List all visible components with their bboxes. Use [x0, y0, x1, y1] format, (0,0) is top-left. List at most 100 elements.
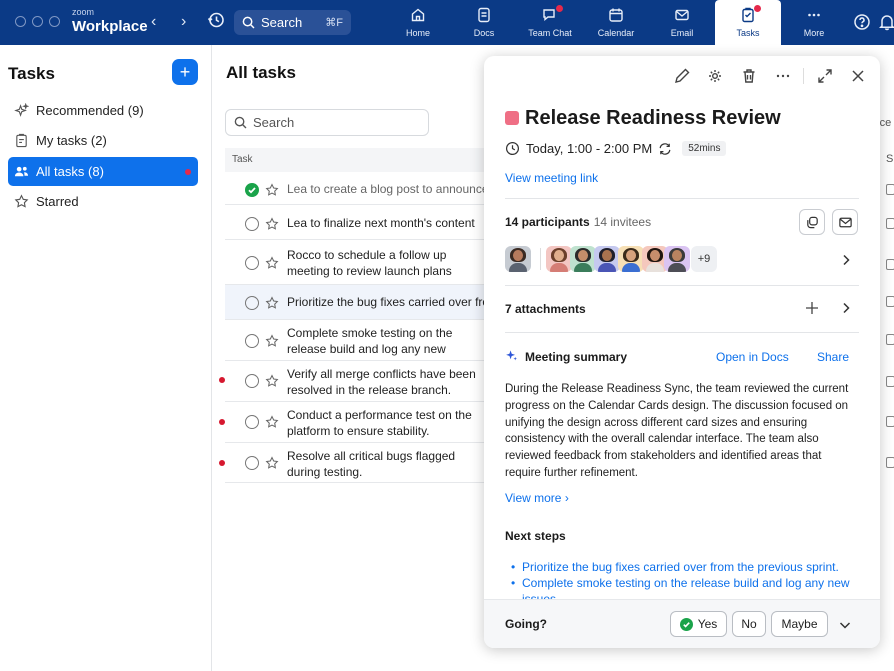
task-row[interactable]: Complete smoke testing on the release bu… [225, 320, 485, 361]
forward-arrow-icon[interactable]: › [181, 13, 186, 31]
star-icon[interactable] [265, 256, 279, 270]
sidebar-item-label: All tasks (8) [36, 164, 104, 179]
next-steps-list: Prioritize the bug fixes carried over fr… [511, 559, 861, 601]
avatar[interactable] [618, 246, 644, 272]
back-arrow-icon[interactable]: ‹ [151, 13, 156, 31]
task-checkbox[interactable] [245, 374, 259, 388]
help-icon[interactable] [853, 13, 871, 31]
star-icon[interactable] [265, 374, 279, 388]
rsvp-no-button[interactable]: No [732, 611, 766, 637]
task-title: Verify all merge conflicts have been res… [287, 367, 476, 397]
copy-participants-button[interactable] [799, 209, 825, 235]
star-icon[interactable] [265, 183, 279, 197]
calendar-icon [609, 8, 623, 22]
open-in-docs-link[interactable]: Open in Docs [716, 350, 789, 364]
nav-calendar[interactable]: Calendar [583, 0, 649, 45]
nav-tasks[interactable]: Tasks [715, 0, 781, 45]
task-title: Prioritize the bug fixes carried over fr… [287, 295, 485, 309]
add-task-button[interactable]: + [172, 59, 198, 85]
sidebar-item-recommended[interactable]: Recommended (9) [8, 96, 198, 125]
global-search[interactable]: Search ⌘F [234, 10, 351, 35]
docs-icon [478, 7, 490, 23]
chevron-right-icon[interactable] [839, 253, 853, 267]
sidebar-item-my-tasks[interactable]: My tasks (2) [8, 126, 198, 155]
expand-icon[interactable] [816, 67, 834, 85]
brand-small: zoom [72, 7, 95, 17]
unread-dot [219, 460, 225, 466]
chevron-down-icon[interactable] [838, 618, 852, 632]
star-icon[interactable] [265, 415, 279, 429]
star-icon[interactable] [265, 217, 279, 231]
task-checkbox[interactable] [245, 217, 259, 231]
star-icon[interactable] [265, 456, 279, 470]
nav-team-chat[interactable]: Team Chat [517, 0, 583, 45]
task-search-input[interactable]: Search [225, 109, 429, 136]
invitees-count: 14 invitees [593, 215, 652, 229]
task-row-selected[interactable]: Prioritize the bug fixes carried over fr… [225, 285, 485, 320]
star-icon[interactable] [265, 334, 279, 348]
trash-icon[interactable] [740, 67, 758, 85]
task-checkbox[interactable] [245, 334, 259, 348]
task-row[interactable]: Lea to finalize next month's content [225, 205, 485, 240]
more-options-icon[interactable] [774, 67, 792, 85]
task-row[interactable]: Verify all merge conflicts have been res… [225, 361, 485, 402]
star-icon[interactable] [265, 296, 279, 310]
task-checkbox[interactable] [245, 256, 259, 270]
nav-docs[interactable]: Docs [451, 0, 517, 45]
nav-calendar-label: Calendar [597, 28, 635, 38]
minimize-window-button[interactable] [32, 16, 43, 27]
app-logo: zoom Workplace [72, 7, 148, 35]
task-row[interactable]: Lea to create a blog post to announce [225, 172, 485, 205]
nav-tasks-label: Tasks [736, 28, 760, 38]
avatar[interactable] [546, 246, 572, 272]
sidebar-item-all-tasks[interactable]: All tasks (8) [8, 157, 198, 186]
toolbar-divider [803, 68, 804, 84]
close-icon[interactable] [849, 67, 867, 85]
rsvp-yes-button[interactable]: Yes [670, 611, 727, 637]
going-label: Going? [505, 617, 547, 631]
meeting-title: Release Readiness Review [525, 107, 781, 129]
task-row[interactable]: Resolve all critical bugs flagged during… [225, 443, 485, 483]
view-meeting-link[interactable]: View meeting link [505, 171, 598, 185]
unread-dot [185, 169, 191, 175]
recurring-icon [659, 142, 671, 155]
sidebar-item-label: Recommended (9) [36, 103, 144, 118]
task-title: Resolve all critical bugs flagged during… [287, 449, 456, 479]
task-search-placeholder: Search [253, 115, 295, 130]
history-icon[interactable] [207, 11, 225, 29]
next-step-item[interactable]: Complete smoke testing on the release bu… [511, 575, 861, 601]
calendar-icon [886, 334, 894, 345]
task-row[interactable]: Rocco to schedule a follow up meeting to… [225, 240, 485, 285]
column-header-task[interactable]: Task [225, 148, 485, 172]
task-checkbox[interactable] [245, 296, 259, 310]
nav-email[interactable]: Email [649, 0, 715, 45]
participants-summary: 14 participants 14 invitees [505, 215, 651, 229]
edit-icon[interactable] [673, 67, 691, 85]
add-attachment-icon[interactable] [804, 300, 820, 316]
avatar[interactable] [505, 246, 531, 272]
avatar[interactable] [594, 246, 620, 272]
task-checkbox[interactable] [245, 415, 259, 429]
notifications-icon[interactable] [878, 13, 894, 31]
task-row[interactable]: Conduct a performance test on the platfo… [225, 402, 485, 443]
task-title: Lea to create a blog post to announce [287, 182, 485, 196]
unread-dot [219, 377, 225, 383]
view-more-link[interactable]: View more › [505, 491, 569, 505]
gear-icon[interactable] [706, 67, 724, 85]
share-link[interactable]: Share [817, 350, 849, 364]
task-complete-checkbox[interactable] [245, 183, 259, 197]
more-participants-count[interactable]: +9 [691, 246, 717, 272]
nav-home[interactable]: Home [385, 0, 451, 45]
email-participants-button[interactable] [832, 209, 858, 235]
column-header-status: S [886, 153, 894, 165]
chevron-right-icon[interactable] [839, 301, 853, 315]
zoom-window-button[interactable] [49, 16, 60, 27]
task-checkbox[interactable] [245, 456, 259, 470]
nav-more[interactable]: More [781, 0, 847, 45]
next-step-item[interactable]: Prioritize the bug fixes carried over fr… [511, 559, 861, 575]
avatar[interactable] [664, 246, 690, 272]
avatar[interactable] [570, 246, 596, 272]
sidebar-item-starred[interactable]: Starred [8, 187, 198, 216]
rsvp-maybe-button[interactable]: Maybe [771, 611, 828, 637]
close-window-button[interactable] [15, 16, 26, 27]
